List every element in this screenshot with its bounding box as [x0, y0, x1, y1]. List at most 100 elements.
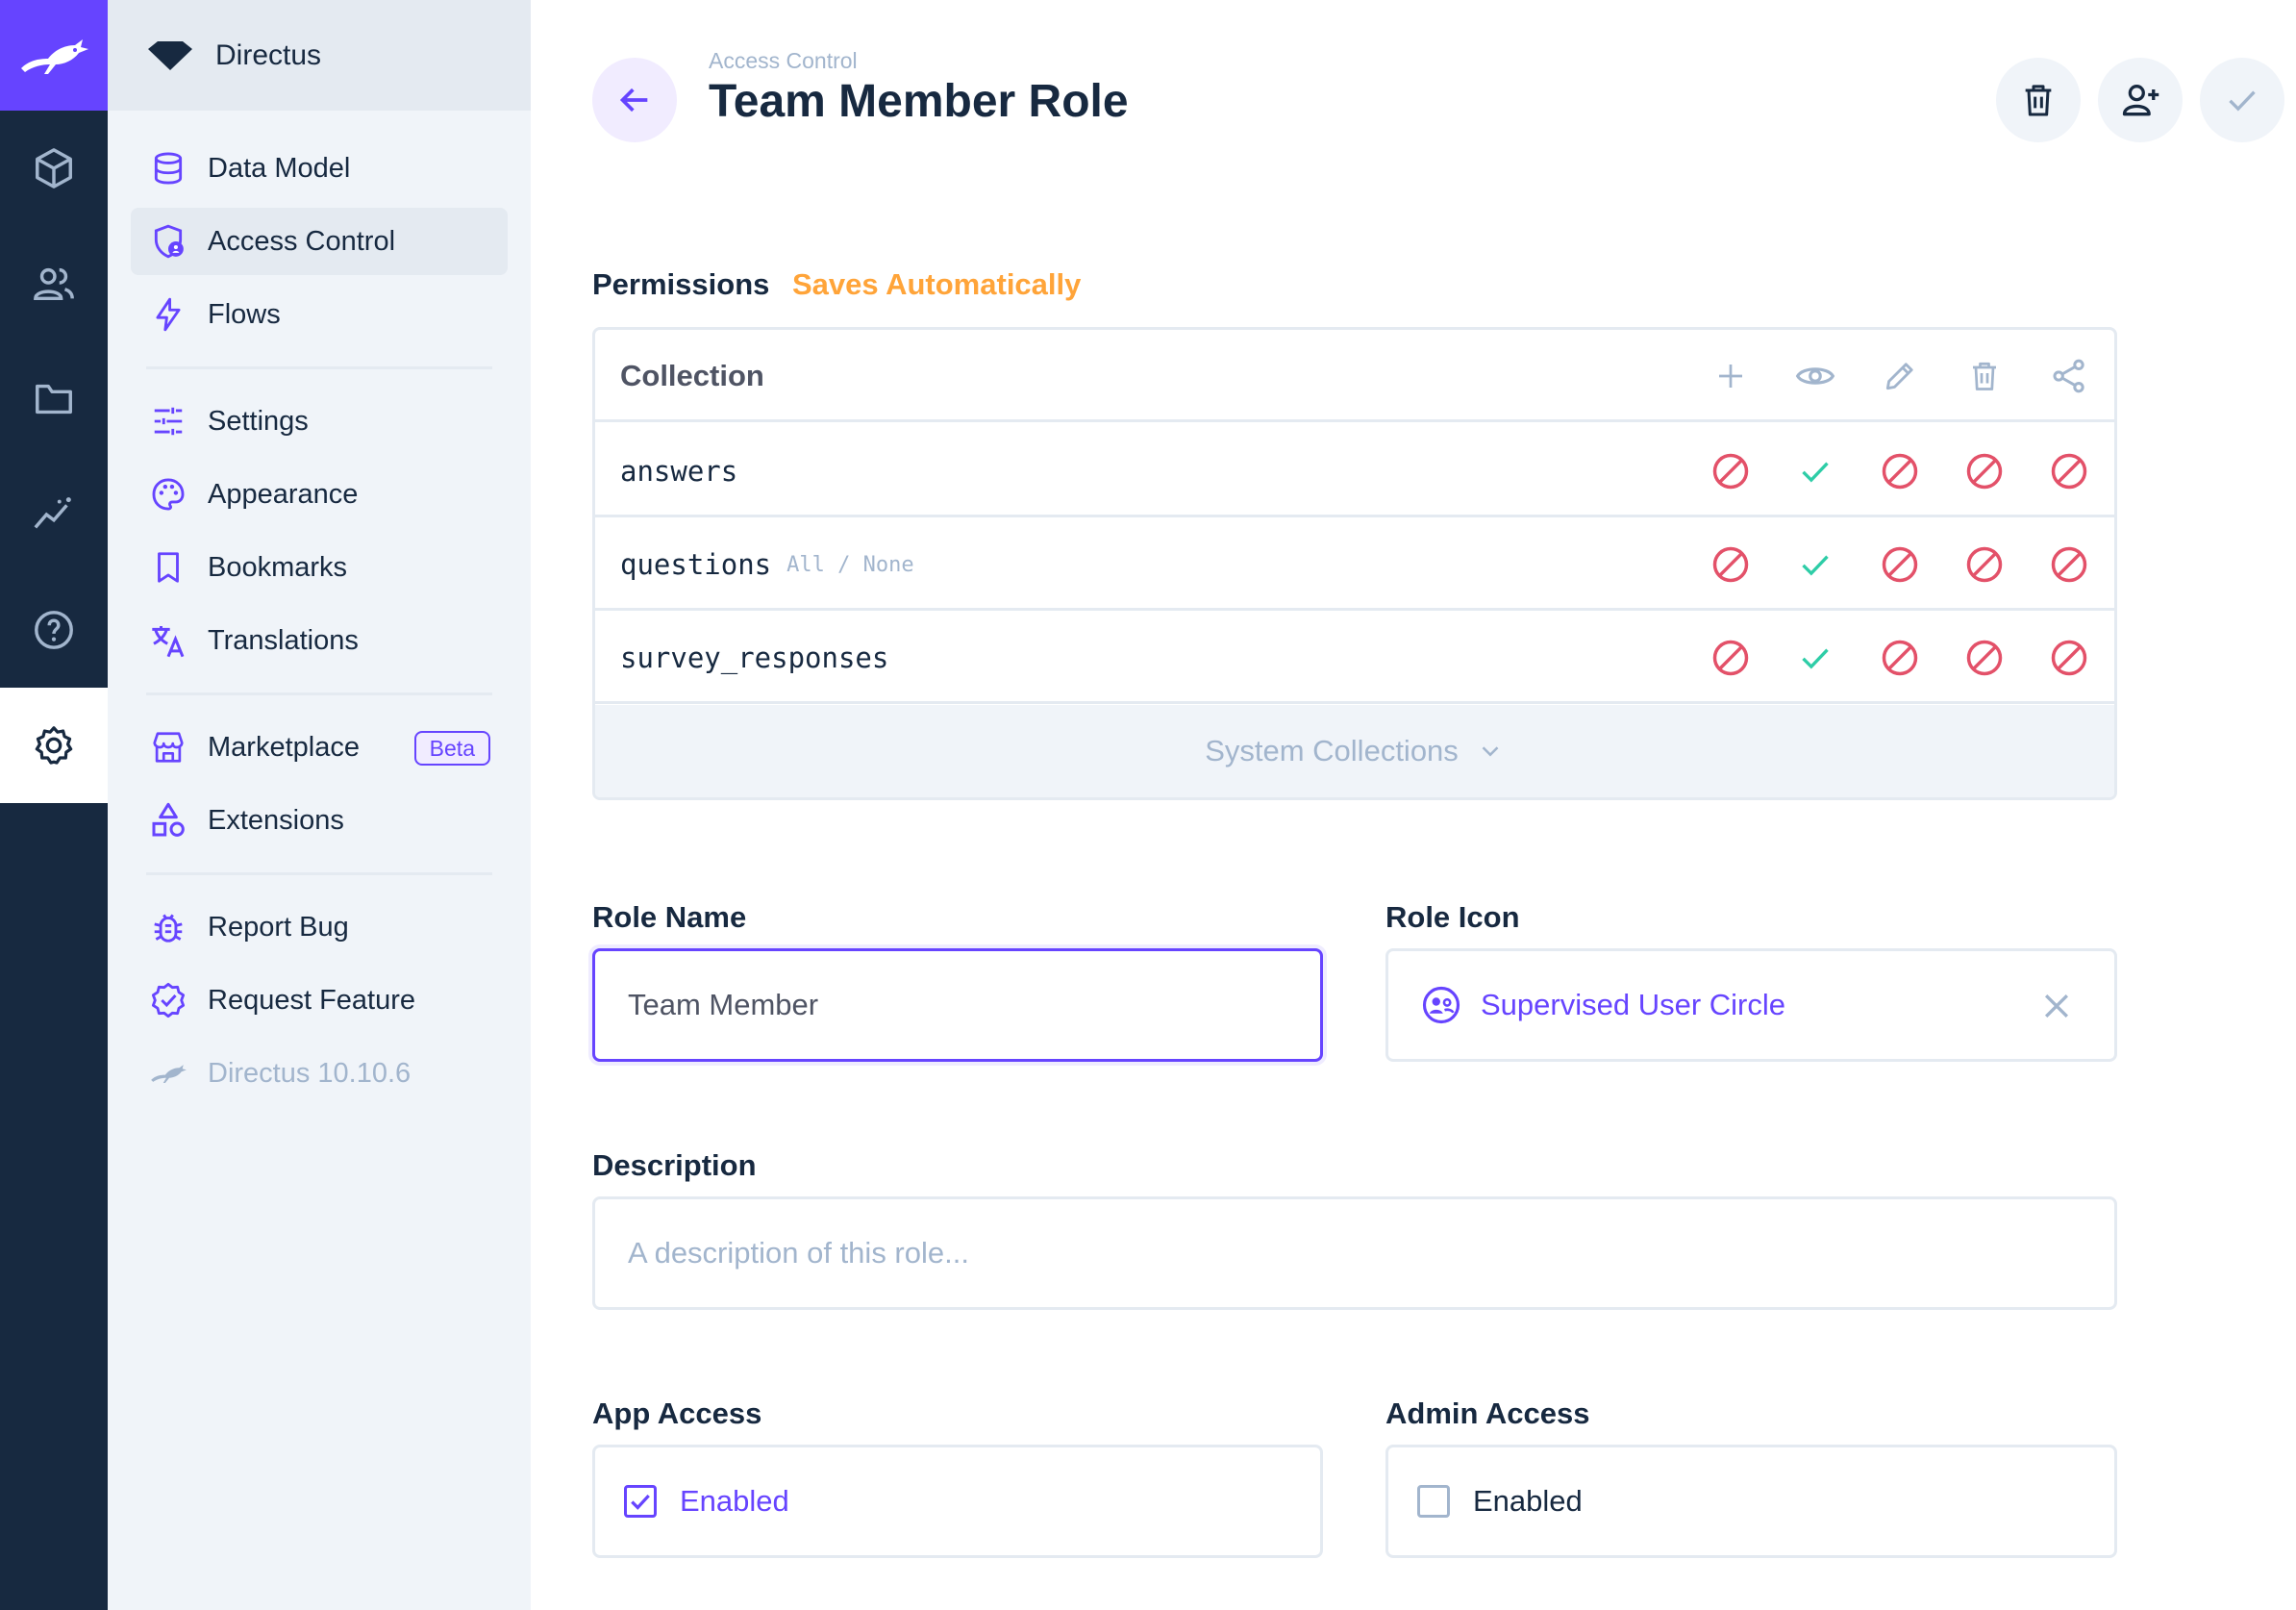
- role-icon-label: Role Icon: [1385, 900, 1520, 934]
- collection-name-text: questions: [620, 548, 772, 581]
- breadcrumb[interactable]: Access Control: [709, 48, 858, 74]
- nav-divider: [146, 366, 492, 369]
- permissions-label: Permissions: [592, 267, 770, 301]
- check-icon: [2229, 90, 2256, 112]
- module-settings[interactable]: [0, 688, 108, 803]
- arrow-back-icon: [619, 88, 648, 113]
- admin-access-label: Admin Access: [1385, 1396, 1590, 1430]
- nav-item-marketplace[interactable]: Marketplace Beta: [131, 714, 508, 781]
- chevron-down-icon: [1482, 746, 1499, 757]
- checkbox-checked-icon[interactable]: [624, 1485, 657, 1518]
- nav-item-label: Extensions: [208, 804, 344, 836]
- module-users[interactable]: [0, 226, 108, 341]
- nav-item-flows[interactable]: Flows: [131, 281, 508, 348]
- help-icon: [35, 611, 73, 649]
- bookmark-icon: [148, 547, 188, 588]
- nav-item-label: Settings: [208, 405, 309, 437]
- nav-divider: [146, 872, 492, 875]
- role-icon-select[interactable]: Supervised User Circle: [1385, 948, 2117, 1062]
- project-diamond-icon: [148, 40, 192, 70]
- nav-item-access-control[interactable]: Access Control: [131, 208, 508, 275]
- supervised-user-circle-icon: [1422, 986, 1460, 1024]
- role-name-label: Role Name: [592, 900, 747, 934]
- create-permission-none-icon[interactable]: [1708, 635, 1754, 681]
- permission-row: answers: [595, 425, 2114, 517]
- tune-icon: [148, 401, 188, 441]
- description-input[interactable]: [628, 1236, 2114, 1270]
- update-permission-none-icon[interactable]: [1877, 541, 1923, 588]
- app-access-label: App Access: [592, 1396, 762, 1430]
- permission-row: questions All / None: [595, 518, 2114, 611]
- settings-navigation: Directus Data Model Access Control Flows…: [108, 0, 531, 1610]
- checkbox-unchecked-icon[interactable]: [1417, 1485, 1450, 1518]
- back-button[interactable]: [592, 58, 677, 142]
- nav-item-label: Report Bug: [208, 911, 349, 943]
- delete-permission-none-icon[interactable]: [1961, 541, 2008, 588]
- nav-item-bookmarks[interactable]: Bookmarks: [131, 534, 508, 601]
- directus-logo[interactable]: [0, 0, 108, 111]
- update-permission-none-icon[interactable]: [1877, 448, 1923, 494]
- admin-access-toggle[interactable]: Enabled: [1385, 1445, 2117, 1558]
- nav-item-translations[interactable]: Translations: [131, 607, 508, 674]
- role-name-field[interactable]: [592, 948, 1323, 1062]
- create-permission-none-icon[interactable]: [1708, 448, 1754, 494]
- directus-rabbit-icon: [21, 38, 88, 74]
- eye-icon: [1792, 353, 1838, 399]
- delete-role-button[interactable]: [1996, 58, 2081, 142]
- saves-automatically-note: Saves Automatically: [792, 267, 1082, 301]
- module-help[interactable]: [0, 572, 108, 688]
- invite-user-button[interactable]: [2098, 58, 2183, 142]
- bolt-icon: [148, 294, 188, 335]
- all-none-toggle[interactable]: All / None: [786, 553, 913, 577]
- share-icon: [2046, 353, 2092, 399]
- collection-name: answers: [620, 425, 737, 517]
- role-icon-value: Supervised User Circle: [1481, 988, 1785, 1021]
- create-permission-none-icon[interactable]: [1708, 541, 1754, 588]
- save-button[interactable]: [2200, 58, 2284, 142]
- module-files[interactable]: [0, 341, 108, 457]
- system-collections-toggle[interactable]: System Collections: [595, 705, 2114, 797]
- files-icon: [36, 384, 72, 415]
- read-permission-all-icon[interactable]: [1792, 541, 1838, 588]
- read-permission-all-icon[interactable]: [1792, 635, 1838, 681]
- nav-item-label: Bookmarks: [208, 551, 348, 583]
- verified-icon: [148, 980, 188, 1020]
- edit-icon: [1877, 353, 1923, 399]
- nav-item-report-bug[interactable]: Report Bug: [131, 893, 508, 961]
- trash-icon: [2025, 85, 2052, 116]
- project-name: Directus: [215, 38, 322, 71]
- nav-item-data-model[interactable]: Data Model: [131, 135, 508, 202]
- read-permission-all-icon[interactable]: [1792, 448, 1838, 494]
- delete-permission-none-icon[interactable]: [1961, 635, 2008, 681]
- description-label: Description: [592, 1148, 757, 1182]
- system-collections-label: System Collections: [1205, 734, 1459, 767]
- nav-item-settings[interactable]: Settings: [131, 388, 508, 455]
- create-icon: [1708, 353, 1754, 399]
- nav-item-extensions[interactable]: Extensions: [131, 787, 508, 854]
- description-field[interactable]: [592, 1196, 2117, 1310]
- project-header[interactable]: Directus: [108, 0, 531, 111]
- share-permission-none-icon[interactable]: [2046, 541, 2092, 588]
- permissions-header-row: Collection: [595, 330, 2114, 422]
- nav-item-request-feature[interactable]: Request Feature: [131, 967, 508, 1034]
- translate-icon: [148, 620, 188, 661]
- delete-permission-none-icon[interactable]: [1961, 448, 2008, 494]
- nav-item-label: Directus 10.10.6: [208, 1057, 412, 1089]
- share-permission-none-icon[interactable]: [2046, 635, 2092, 681]
- app-access-toggle[interactable]: Enabled: [592, 1445, 1323, 1558]
- app-access-text: Enabled: [680, 1484, 789, 1518]
- nav-item-version[interactable]: Directus 10.10.6: [131, 1040, 508, 1107]
- share-permission-none-icon[interactable]: [2046, 448, 2092, 494]
- nav-item-label: Appearance: [208, 478, 359, 510]
- update-permission-none-icon[interactable]: [1877, 635, 1923, 681]
- palette-icon: [148, 474, 188, 515]
- trash-icon: [1961, 353, 2008, 399]
- module-content[interactable]: [0, 111, 108, 226]
- nav-item-appearance[interactable]: Appearance: [131, 461, 508, 528]
- module-insights[interactable]: [0, 457, 108, 572]
- database-icon: [148, 148, 188, 189]
- nav-item-label: Access Control: [208, 225, 396, 257]
- close-icon[interactable]: [2037, 987, 2076, 1025]
- module-bar: [0, 0, 108, 1610]
- role-name-input[interactable]: [628, 988, 1320, 1022]
